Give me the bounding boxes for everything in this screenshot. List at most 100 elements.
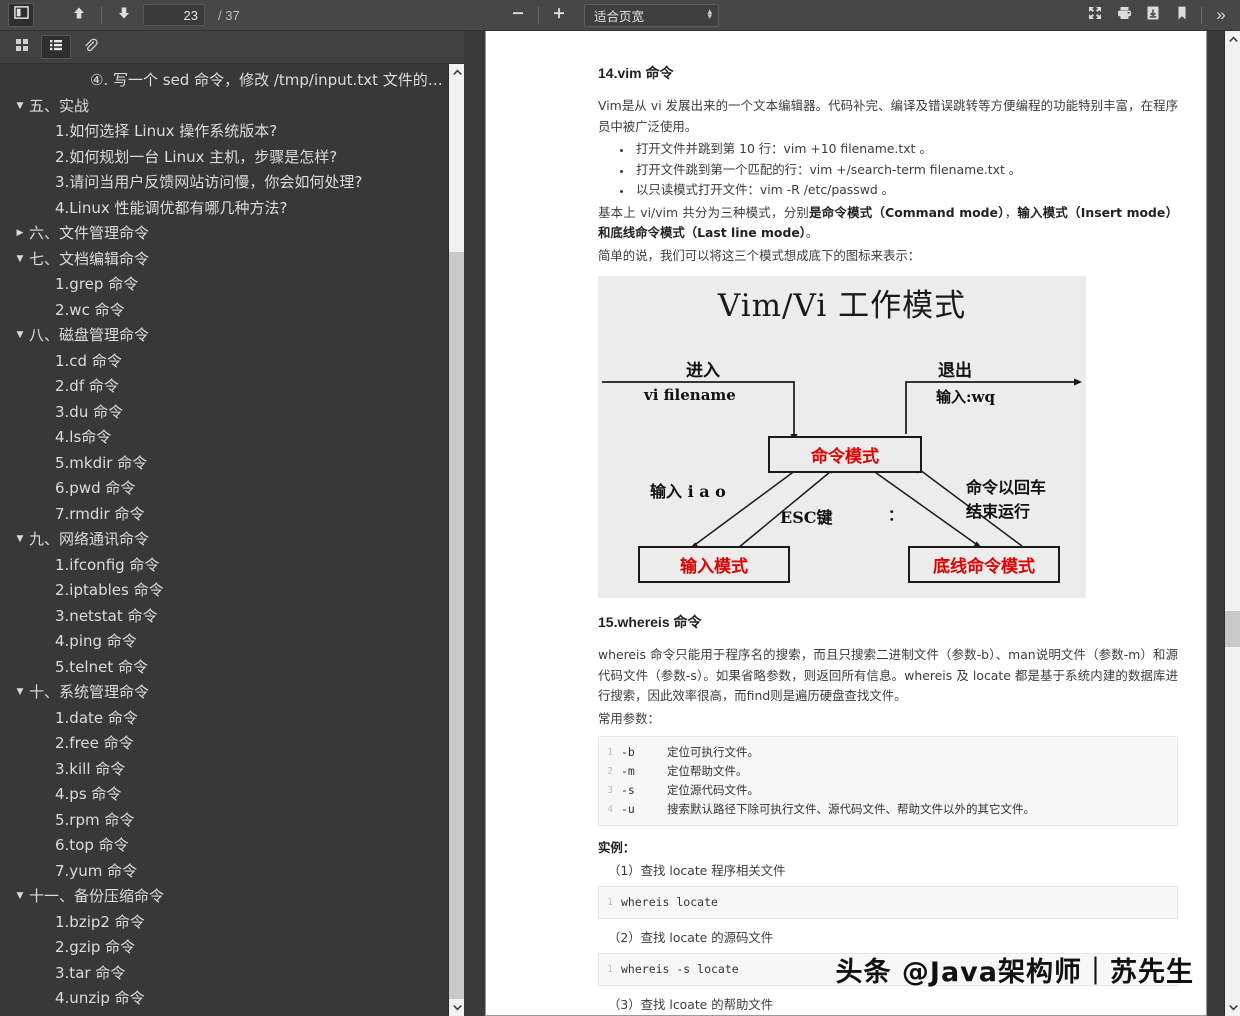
zoom-out-button[interactable]: [505, 3, 531, 27]
previous-page-button[interactable]: [66, 3, 92, 27]
chevron-down-icon[interactable]: ▼: [11, 247, 29, 273]
example-caption: （2）查找 locate 的源码文件: [608, 930, 774, 945]
outline-item[interactable]: ▼ 七、文档编辑命令: [0, 247, 448, 273]
diagram-label-enter-run-1: 命令以回车: [966, 478, 1047, 497]
modes-text-a: 基本上 vi/vim 共分为三种模式，分别: [598, 204, 810, 220]
outline-item[interactable]: 6.top 命令: [0, 833, 448, 859]
outline-item[interactable]: 2.wc 命令: [0, 298, 448, 324]
outline-item[interactable]: 3.du 命令: [0, 400, 448, 426]
outline-item-label: 4.Linux 性能调优都有哪几种方法?: [55, 198, 288, 217]
outline-item[interactable]: 2.gzip 命令: [0, 935, 448, 961]
code-param-description: 定位源代码文件。: [667, 783, 759, 797]
outline-item[interactable]: ▶ 六、文件管理命令: [0, 221, 448, 247]
outline-item[interactable]: 7.rmdir 命令: [0, 502, 448, 528]
viewer-scroll-up-button[interactable]: [1225, 31, 1240, 48]
outline-item[interactable]: 4.ls命令: [0, 425, 448, 451]
outline-item[interactable]: 6.pwd 命令: [0, 476, 448, 502]
outline-item-label: 1.date 命令: [55, 708, 138, 727]
outline-item-label: 4.ls命令: [55, 428, 112, 446]
sidebar-scroll-thumb[interactable]: [449, 252, 465, 999]
outline-item[interactable]: ▼ 十、系统管理命令: [0, 680, 448, 706]
chevron-down-icon[interactable]: ▼: [11, 527, 29, 553]
document-viewer: 14.vim 命令 Vim是从 vi 发展出来的一个文本编辑器。代码补完、编译及…: [464, 31, 1240, 1016]
outline-item[interactable]: ▼ 九、网络通讯命令: [0, 527, 448, 553]
outline-item-label: 2.如何规划一台 Linux 主机，步骤是怎样?: [55, 147, 338, 166]
outline-item[interactable]: 4.ps 命令: [0, 782, 448, 808]
outline-item[interactable]: 3.kill 命令: [0, 757, 448, 783]
outline-item[interactable]: 2.df 命令: [0, 374, 448, 400]
diagram-box-insert-mode: 输入模式: [638, 546, 790, 583]
sidebar-toggle-button[interactable]: [8, 3, 34, 27]
toolbar-zoom-group: 适合页宽 ▴ ▾: [505, 3, 719, 27]
outline-item[interactable]: 1.ifconfig 命令: [0, 553, 448, 579]
outline-item[interactable]: ▼ 八、磁盘管理命令: [0, 323, 448, 349]
viewer-scroll-thumb[interactable]: [1225, 611, 1240, 647]
outline-item-label: 4.ps 命令: [55, 785, 122, 803]
outline-item[interactable]: 2.free 命令: [0, 731, 448, 757]
top-toolbar: / 37 适合页宽 ▴▾: [0, 0, 1240, 31]
sidebar: ④. 写一个 sed 命令，修改 /tmp/input.txt 文件的内容? ▼ 五…: [0, 31, 465, 1016]
outline-item[interactable]: 3.netstat 命令: [0, 604, 448, 630]
code-param-flag: -u: [621, 802, 635, 816]
code-line: 3 -s 定位源代码文件。: [599, 781, 1177, 800]
vim-intro-paragraph: Vim是从 vi 发展出来的一个文本编辑器。代码补完、编译及错误跳转等方便编程的…: [598, 98, 1178, 134]
outline-item-label: 八、磁盘管理命令: [29, 326, 150, 344]
viewer-scroll-down-button[interactable]: [1225, 999, 1240, 1016]
outline-item[interactable]: 3.tar 命令: [0, 961, 448, 987]
viewer-scrollbar[interactable]: [1224, 31, 1240, 1016]
sidebar-scrollbar[interactable]: [448, 64, 465, 1016]
bookmark-button[interactable]: [1169, 3, 1195, 27]
watermark: 头条 @Java架构师｜苏先生: [835, 957, 1194, 988]
page-number-input[interactable]: [143, 4, 205, 26]
outline-item-label: 2.wc 命令: [55, 300, 125, 319]
code-param-description: 定位帮助文件。: [667, 764, 748, 778]
chevron-down-icon[interactable]: ▼: [11, 884, 29, 910]
sidebar-tab-attachments[interactable]: [75, 35, 105, 59]
fullscreen-button[interactable]: [1082, 3, 1108, 27]
outline-item[interactable]: 4.ping 命令: [0, 629, 448, 655]
sidebar-tab-thumbnails[interactable]: [7, 35, 37, 59]
sidebar-tab-outline[interactable]: [41, 35, 71, 59]
outline-item[interactable]: 1.bzip2 命令: [0, 910, 448, 936]
outline-item[interactable]: 1.cd 命令: [0, 349, 448, 375]
more-tools-button[interactable]: »: [1208, 3, 1234, 27]
outline-item[interactable]: ▼ 十一、备份压缩命令: [0, 884, 448, 910]
chevron-down-icon[interactable]: ▼: [11, 323, 29, 349]
outline-item-label: 1.ifconfig 命令: [55, 555, 160, 574]
outline-item[interactable]: ④. 写一个 sed 命令，修改 /tmp/input.txt 文件的内容?: [0, 68, 448, 94]
chevron-down-icon[interactable]: ▼: [11, 94, 29, 120]
outline-item[interactable]: 1.date 命令: [0, 706, 448, 732]
sidebar-scroll-up-button[interactable]: [449, 64, 465, 81]
chevron-down-icon[interactable]: ▼: [11, 680, 29, 706]
zoom-level-select[interactable]: 适合页宽 ▴ ▾: [584, 3, 719, 27]
vim-modes-paragraph: 基本上 vi/vim 共分为三种模式，分别是命令模式（Command mode）…: [598, 203, 1178, 244]
outline-item[interactable]: 4.Linux 性能调优都有哪几种方法?: [0, 196, 448, 222]
download-button[interactable]: [1140, 3, 1166, 27]
outline-item-label: 七、文档编辑命令: [29, 249, 150, 268]
print-button[interactable]: [1111, 3, 1137, 27]
outline-item-label: 3.kill 命令: [55, 759, 126, 778]
outline-list[interactable]: ④. 写一个 sed 命令，修改 /tmp/input.txt 文件的内容? ▼ 五…: [0, 64, 448, 1016]
outline-item[interactable]: 1.如何选择 Linux 操作系统版本?: [0, 119, 448, 145]
outline-item[interactable]: 5.rpm 命令: [0, 808, 448, 834]
code-param-flag: -m: [621, 764, 635, 778]
outline-item[interactable]: 1.grep 命令: [0, 272, 448, 298]
toolbar-divider-right: [1201, 6, 1202, 24]
page-total-label: / 37: [218, 7, 240, 23]
outline-item[interactable]: 7.yum 命令: [0, 859, 448, 885]
outline-item[interactable]: 2.如何规划一台 Linux 主机，步骤是怎样?: [0, 145, 448, 171]
outline-item[interactable]: 5.telnet 命令: [0, 655, 448, 681]
sidebar-tab-bar: [0, 31, 464, 64]
outline-item[interactable]: 5.mkdir 命令: [0, 451, 448, 477]
outline-item[interactable]: 4.unzip 命令: [0, 986, 448, 1012]
sidebar-scroll-down-button[interactable]: [449, 999, 465, 1016]
outline-item[interactable]: ▼ 五、实战: [0, 94, 448, 120]
code-line: 1 whereis locate: [599, 893, 1177, 912]
diagram-label-enter-run-2: 结束运行: [966, 502, 1031, 521]
next-page-button[interactable]: [111, 3, 137, 27]
zoom-in-button[interactable]: [546, 3, 572, 27]
diagram-box-lastline-mode: 底线命令模式: [908, 546, 1060, 583]
chevron-right-icon[interactable]: ▶: [11, 221, 29, 247]
outline-item[interactable]: 3.请问当用户反馈网站访问慢，你会如何处理?: [0, 170, 448, 196]
outline-item[interactable]: 2.iptables 命令: [0, 578, 448, 604]
